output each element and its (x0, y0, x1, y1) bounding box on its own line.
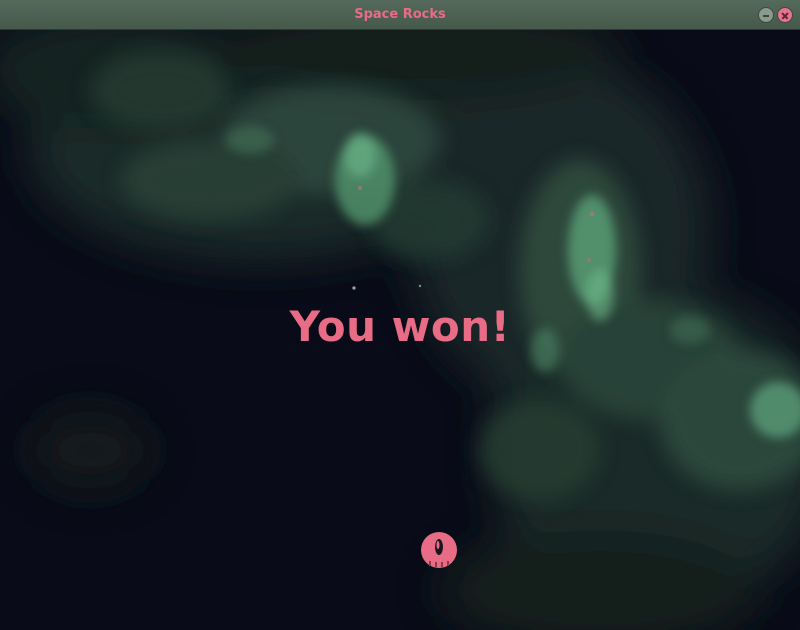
close-button[interactable] (777, 7, 793, 23)
window-title: Space Rocks (354, 7, 446, 22)
title-bar[interactable]: Space Rocks (0, 0, 800, 30)
win-message: You won! (289, 302, 511, 351)
game-window: Space Rocks You won! (0, 0, 800, 630)
game-canvas[interactable]: You won! (0, 30, 800, 630)
minimize-button[interactable] (758, 7, 774, 23)
spaceship-icon (421, 532, 457, 568)
